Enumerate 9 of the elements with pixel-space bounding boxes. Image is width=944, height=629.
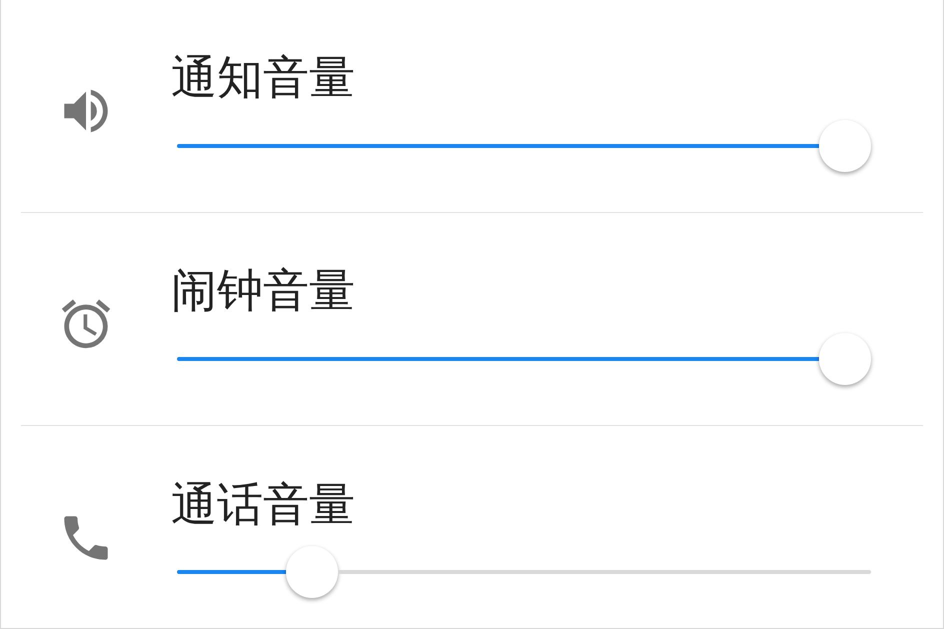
- volume-slider[interactable]: [177, 332, 871, 385]
- volume-slider[interactable]: [177, 120, 871, 172]
- volume-slider[interactable]: [177, 546, 871, 598]
- slider-thumb[interactable]: [819, 332, 871, 385]
- slider-thumb[interactable]: [286, 546, 338, 598]
- volume-title: 闹钟音量: [171, 263, 356, 319]
- slider-thumb[interactable]: [819, 120, 871, 172]
- volume-title: 通话音量: [171, 476, 356, 532]
- volume-title: 通知音量: [171, 50, 356, 106]
